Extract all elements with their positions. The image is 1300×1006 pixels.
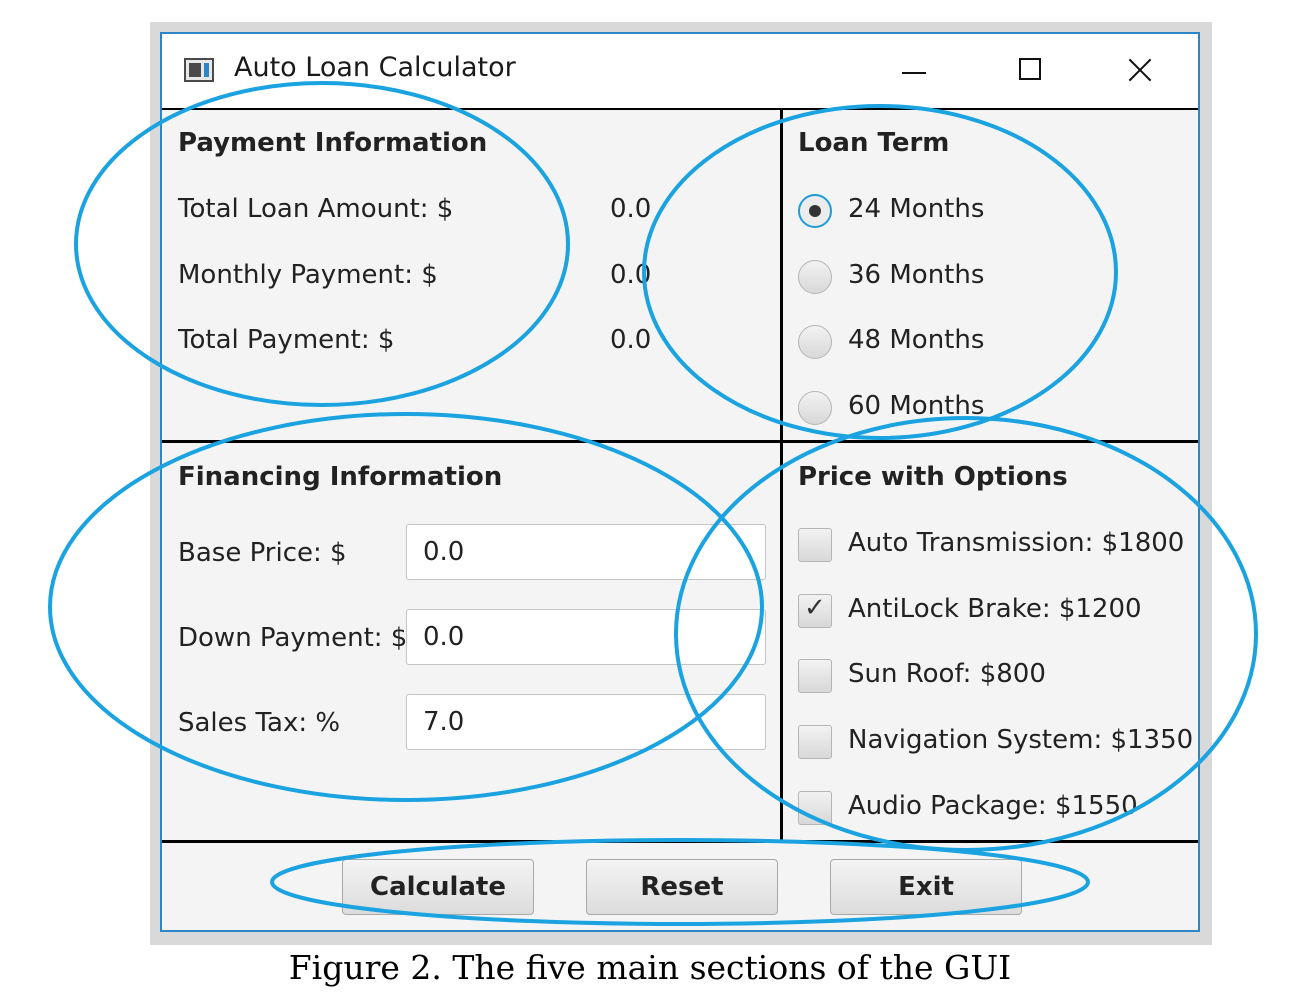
checkbox-antilock-brake[interactable]: ✓: [798, 593, 832, 628]
calculate-button[interactable]: Calculate: [342, 859, 534, 915]
close-icon[interactable]: [1117, 50, 1163, 90]
section-divider-bottom: [162, 840, 1198, 843]
total-payment-label: Total Payment: $: [178, 325, 395, 355]
section-divider-middle: [162, 440, 1198, 443]
total-payment-value: 0.0: [610, 325, 652, 355]
window-title: Auto Loan Calculator: [234, 52, 516, 83]
total-loan-amount-value: 0.0: [610, 194, 652, 224]
loan-term-title: Loan Term: [798, 128, 950, 158]
reset-button[interactable]: Reset: [586, 859, 778, 915]
exit-button[interactable]: Exit: [830, 859, 1022, 915]
checkbox-navigation-system[interactable]: [798, 725, 832, 759]
down-payment-label: Down Payment: $: [178, 623, 408, 653]
title-bar[interactable]: Auto Loan Calculator: [162, 34, 1198, 110]
section-divider-vertical: [780, 108, 783, 842]
radio-label-60-months: 60 Months: [848, 391, 985, 421]
monthly-payment-value: 0.0: [610, 260, 652, 290]
checkbox-label-sun-roof: Sun Roof: $800: [848, 659, 1046, 689]
radio-label-36-months: 36 Months: [848, 260, 985, 290]
minimize-icon[interactable]: [892, 50, 938, 90]
radio-label-24-months: 24 Months: [848, 194, 985, 224]
checkbox-label-antilock-brake: AntiLock Brake: $1200: [848, 594, 1142, 624]
total-loan-amount-label: Total Loan Amount: $: [178, 194, 454, 224]
radio-label-48-months: 48 Months: [848, 325, 985, 355]
app-window: Auto Loan Calculator Payment Information…: [160, 32, 1200, 932]
sales-tax-label: Sales Tax: %: [178, 708, 341, 738]
checkbox-sun-roof[interactable]: [798, 659, 832, 693]
down-payment-input[interactable]: [406, 609, 766, 665]
radio-60-months[interactable]: [798, 391, 832, 425]
payment-info-title: Payment Information: [178, 128, 488, 158]
checkbox-label-audio-package: Audio Package: $1550: [848, 791, 1138, 821]
checkbox-label-auto-transmission: Auto Transmission: $1800: [848, 528, 1185, 558]
monthly-payment-label: Monthly Payment: $: [178, 260, 438, 290]
sales-tax-input[interactable]: [406, 694, 766, 750]
checkmark-icon: ✓: [804, 593, 826, 623]
figure-caption: Figure 2. The five main sections of the …: [288, 948, 1012, 987]
base-price-input[interactable]: [406, 524, 766, 580]
checkbox-auto-transmission[interactable]: [798, 528, 832, 562]
financing-info-title: Financing Information: [178, 462, 503, 492]
radio-48-months[interactable]: [798, 325, 832, 359]
price-options-title: Price with Options: [798, 462, 1068, 492]
radio-36-months[interactable]: [798, 260, 832, 294]
maximize-icon[interactable]: [1007, 50, 1053, 90]
radio-24-months[interactable]: [798, 194, 832, 228]
base-price-label: Base Price: $: [178, 538, 347, 568]
checkbox-audio-package[interactable]: [798, 791, 832, 825]
app-icon: [184, 58, 214, 82]
checkbox-label-navigation-system: Navigation System: $1350: [848, 725, 1194, 755]
